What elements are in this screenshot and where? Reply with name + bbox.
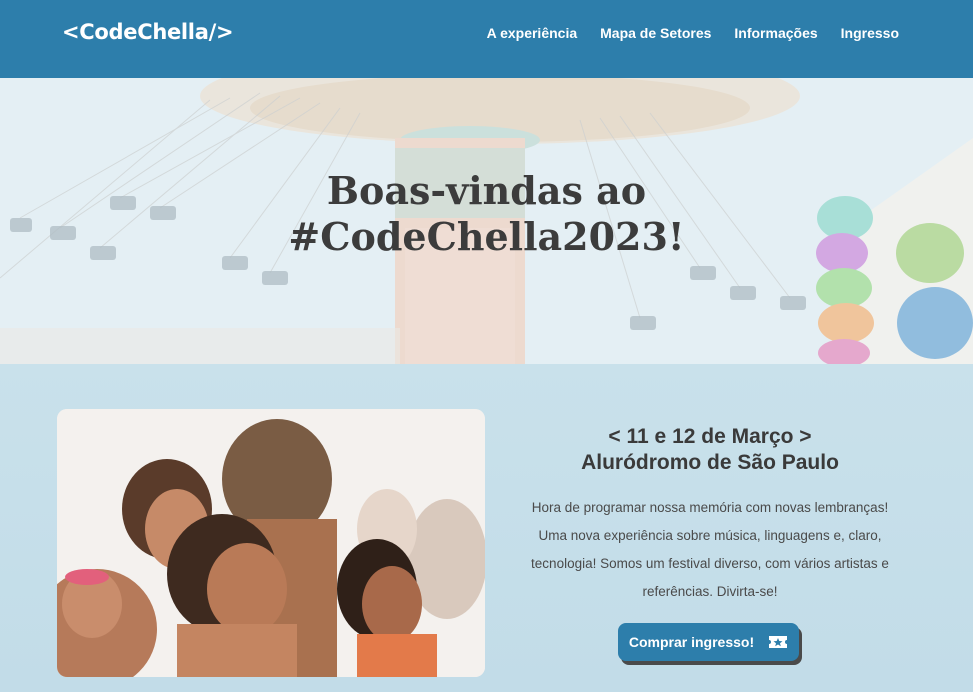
crowd-photo <box>57 409 485 677</box>
nav-link-mapa-setores[interactable]: Mapa de Setores <box>600 25 711 41</box>
event-info: < 11 e 12 de Março > Aluródromo de São P… <box>525 424 895 606</box>
event-section: < 11 e 12 de Março > Aluródromo de São P… <box>0 364 973 692</box>
hero-title-line1: Boas-vindas ao <box>326 168 647 213</box>
event-date: < 11 e 12 de Março > <box>608 425 812 448</box>
site-header: <CodeChella/> A experiência Mapa de Seto… <box>0 0 973 78</box>
nav-link-experiencia[interactable]: A experiência <box>487 25 578 41</box>
nav-link-ingresso[interactable]: Ingresso <box>841 25 899 41</box>
site-logo[interactable]: <CodeChella/> <box>62 20 234 44</box>
buy-ticket-label: Comprar ingresso! <box>628 634 755 650</box>
hero-title: Boas-vindas ao #CodeChella2023! <box>0 168 973 260</box>
hero-title-line2: #CodeChella2023! <box>288 214 685 259</box>
buy-ticket-button[interactable]: Comprar ingresso! <box>618 623 799 661</box>
main-nav: A experiência Mapa de Setores Informaçõe… <box>487 25 899 41</box>
event-description: Hora de programar nossa memória com nova… <box>531 500 889 599</box>
ticket-star-icon <box>768 635 788 649</box>
nav-link-informacoes[interactable]: Informações <box>734 25 817 41</box>
hero-banner: Boas-vindas ao #CodeChella2023! <box>0 78 973 364</box>
event-place: Aluródromo de São Paulo <box>581 451 839 474</box>
